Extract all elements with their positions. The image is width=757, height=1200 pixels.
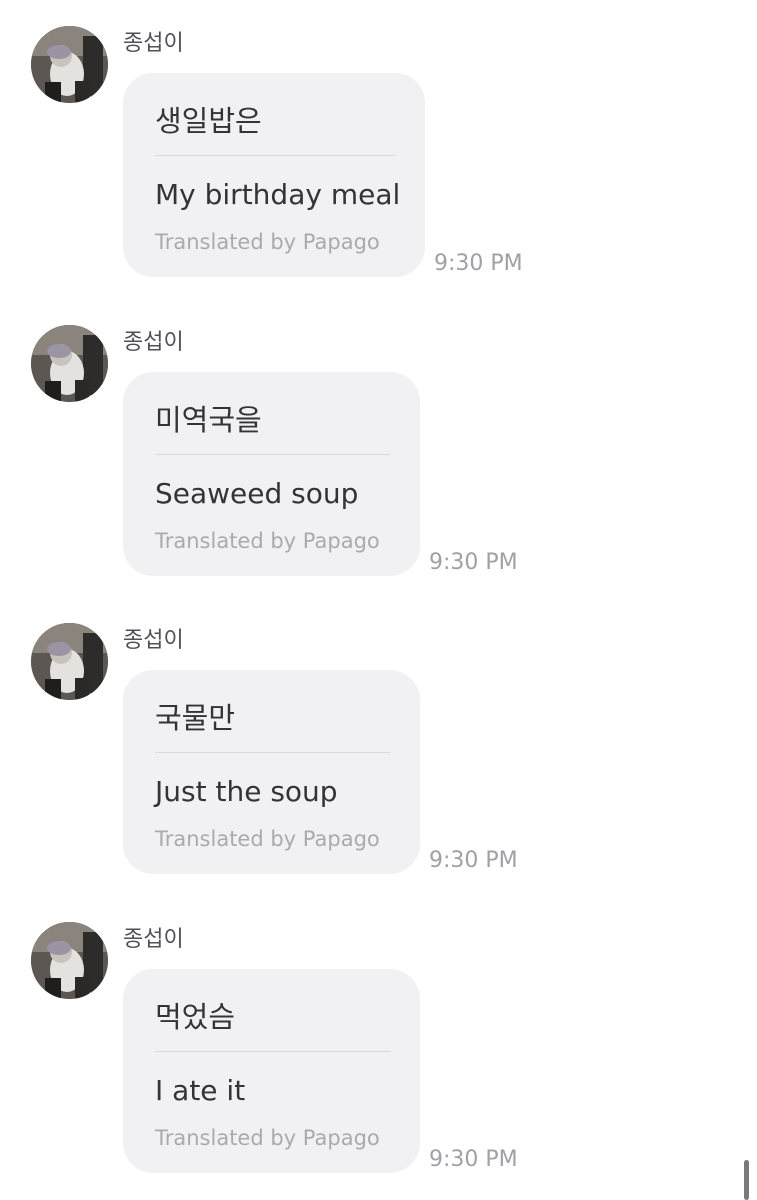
message-bubble[interactable]: 먹었슴 I ate it Translated by Papago (123, 969, 420, 1173)
avatar[interactable] (31, 623, 108, 700)
avatar-photo (31, 623, 108, 700)
sender-name: 종섭이 (123, 330, 184, 355)
original-text: 생일밥은 (155, 104, 262, 138)
translation-divider (155, 155, 395, 156)
message-timestamp: 9:30 PM (429, 848, 518, 873)
avatar-photo (31, 922, 108, 999)
scroll-indicator[interactable] (744, 1160, 749, 1200)
avatar[interactable] (31, 922, 108, 999)
avatar[interactable] (31, 26, 108, 103)
sender-name: 종섭이 (123, 927, 184, 952)
translation-divider (155, 1051, 390, 1052)
message-timestamp: 9:30 PM (429, 1147, 518, 1172)
translation-divider (155, 752, 390, 753)
original-text: 미역국을 (155, 403, 262, 437)
translation-credit: Translated by Papago (155, 230, 380, 254)
avatar-photo (31, 325, 108, 402)
translated-text: Seaweed soup (155, 477, 359, 510)
message-bubble[interactable]: 생일밥은 My birthday meal Translated by Papa… (123, 73, 425, 277)
message-bubble[interactable]: 국물만 Just the soup Translated by Papago (123, 670, 420, 874)
sender-name: 종섭이 (123, 31, 184, 56)
translation-credit: Translated by Papago (155, 827, 380, 851)
translation-credit: Translated by Papago (155, 1126, 380, 1150)
translated-text: My birthday meal (155, 178, 401, 211)
translated-text: Just the soup (155, 775, 338, 808)
message-timestamp: 9:30 PM (429, 550, 518, 575)
translation-divider (155, 454, 390, 455)
sender-name: 종섭이 (123, 628, 184, 653)
message-timestamp: 9:30 PM (434, 251, 523, 276)
message-bubble[interactable]: 미역국을 Seaweed soup Translated by Papago (123, 372, 420, 576)
translation-credit: Translated by Papago (155, 529, 380, 553)
original-text: 국물만 (155, 701, 236, 735)
original-text: 먹었슴 (155, 1000, 236, 1034)
avatar-photo (31, 26, 108, 103)
translated-text: I ate it (155, 1074, 246, 1107)
avatar[interactable] (31, 325, 108, 402)
